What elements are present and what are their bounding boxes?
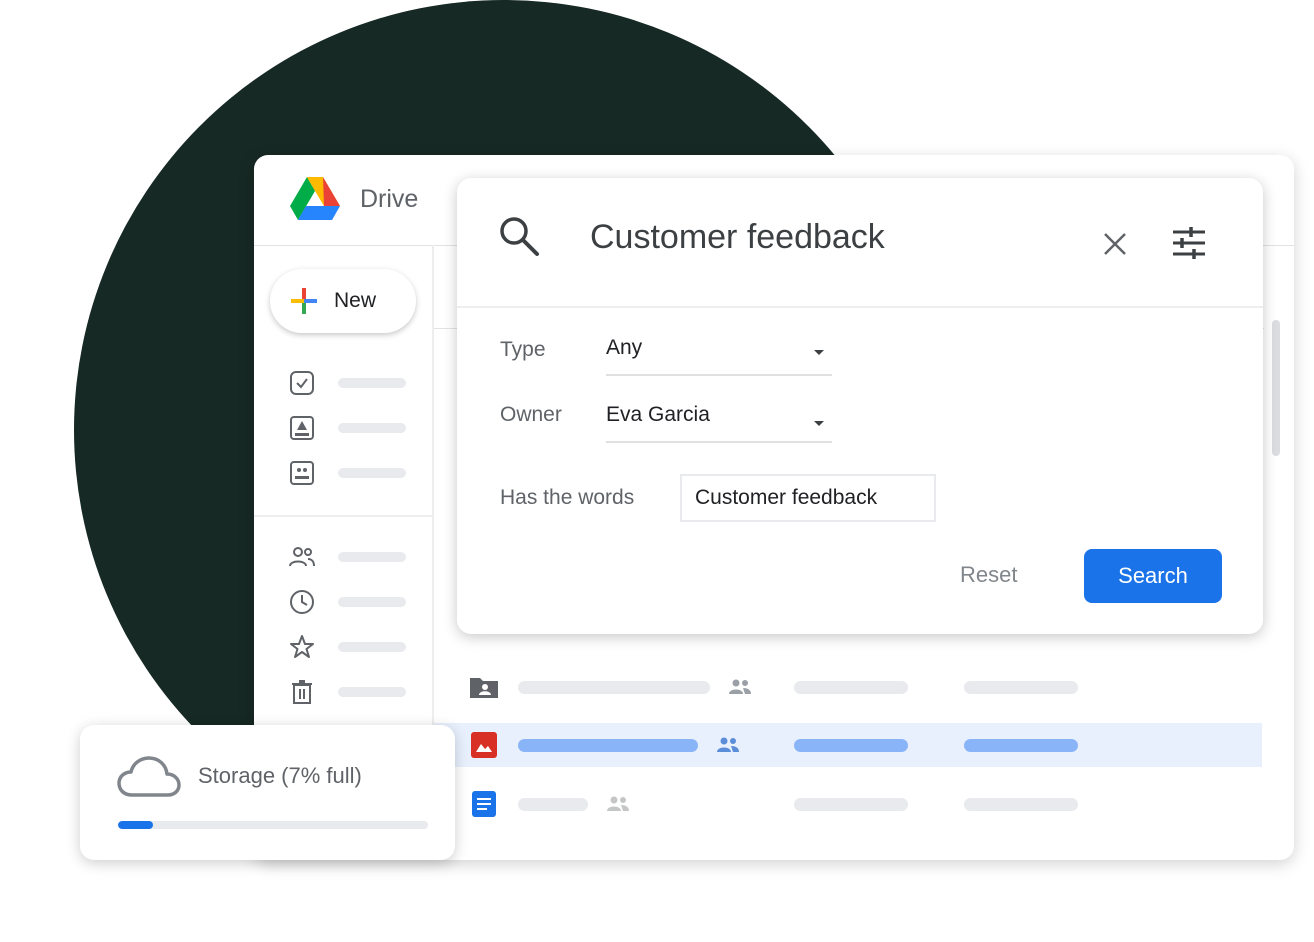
sidebar-item-recent[interactable] xyxy=(288,589,406,615)
search-options-icon[interactable] xyxy=(1171,226,1207,260)
drive-header: Drive xyxy=(290,177,418,221)
shared-people-icon xyxy=(607,796,629,811)
sidebar-item-placeholder xyxy=(338,378,406,388)
search-icon[interactable] xyxy=(497,214,541,258)
shared-with-me-icon xyxy=(288,543,316,571)
type-value: Any xyxy=(606,336,643,359)
sidebar-item-placeholder xyxy=(338,468,406,478)
panel-divider xyxy=(457,306,1263,308)
file-name-placeholder xyxy=(518,738,698,752)
file-date-placeholder xyxy=(964,797,1078,811)
sidebar-item-placeholder xyxy=(338,642,406,652)
has-words-label: Has the words xyxy=(500,486,635,509)
starred-icon xyxy=(288,633,316,661)
new-button[interactable]: New xyxy=(270,269,416,333)
storage-label: Storage (7% full) xyxy=(198,763,362,788)
storage-card: Storage (7% full) xyxy=(80,725,455,860)
storage-progress-bar xyxy=(118,821,428,829)
file-row-selected[interactable] xyxy=(434,723,1262,767)
owner-value: Eva Garcia xyxy=(606,403,710,426)
sidebar-section-divider xyxy=(254,515,432,517)
advanced-search-panel: Customer feedback Type Any Owner Eva Gar… xyxy=(457,178,1263,634)
file-row[interactable] xyxy=(434,665,1262,709)
sidebar-item-priority[interactable] xyxy=(288,370,406,396)
sidebar-item-shared[interactable] xyxy=(288,544,406,570)
computers-icon xyxy=(288,459,316,487)
sidebar-item-my-drive[interactable] xyxy=(288,415,406,441)
priority-icon xyxy=(288,369,316,397)
file-name-placeholder xyxy=(518,797,588,811)
file-owner-placeholder xyxy=(794,680,908,694)
chevron-down-icon xyxy=(814,421,824,426)
sidebar-item-placeholder xyxy=(338,552,406,562)
file-owner-placeholder xyxy=(794,797,908,811)
type-select[interactable]: Any xyxy=(606,330,832,376)
file-date-placeholder xyxy=(964,680,1078,694)
owner-label: Owner xyxy=(500,403,562,426)
recent-icon xyxy=(288,588,316,616)
sidebar-item-computers[interactable] xyxy=(288,460,406,486)
my-drive-icon xyxy=(288,414,316,442)
sidebar-item-trash[interactable] xyxy=(288,679,406,705)
shared-people-icon xyxy=(729,679,751,694)
trash-icon xyxy=(288,678,316,706)
shared-folder-icon xyxy=(470,673,498,701)
drive-logo-icon xyxy=(290,177,340,220)
cloud-icon xyxy=(117,756,181,797)
scrollbar[interactable] xyxy=(1272,320,1280,456)
image-file-icon xyxy=(470,731,498,759)
search-button[interactable]: Search xyxy=(1084,549,1222,603)
sidebar-item-placeholder xyxy=(338,423,406,433)
plus-icon xyxy=(291,288,317,314)
file-row[interactable] xyxy=(434,782,1262,826)
reset-button[interactable]: Reset xyxy=(960,562,1017,588)
has-words-input[interactable] xyxy=(680,474,936,522)
sidebar-item-placeholder xyxy=(338,687,406,697)
file-name-placeholder xyxy=(518,680,710,694)
new-button-label: New xyxy=(334,289,377,312)
search-query[interactable]: Customer feedback xyxy=(590,218,885,257)
file-date-placeholder xyxy=(964,738,1078,752)
app-name: Drive xyxy=(360,184,419,213)
type-label: Type xyxy=(500,338,546,361)
shared-people-icon xyxy=(717,737,739,752)
file-owner-placeholder xyxy=(794,738,908,752)
docs-file-icon xyxy=(470,790,498,818)
owner-select[interactable]: Eva Garcia xyxy=(606,397,832,443)
storage-progress-fill xyxy=(118,821,153,829)
chevron-down-icon xyxy=(814,350,824,355)
sidebar-item-placeholder xyxy=(338,597,406,607)
close-icon[interactable] xyxy=(1101,230,1129,258)
sidebar-item-starred[interactable] xyxy=(288,634,406,660)
